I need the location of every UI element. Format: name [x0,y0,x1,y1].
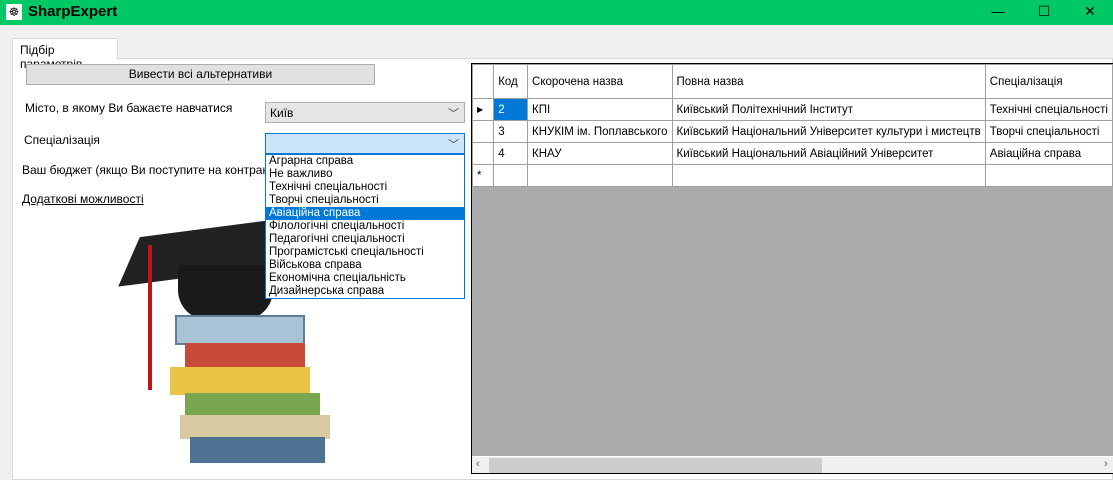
table-cell[interactable] [984,164,1113,187]
table-row[interactable]: 3 КНУКІМ ім. Поплавського Київський Націон… [472,120,1113,143]
spec-combo[interactable]: ﹀ [265,133,465,154]
spec-option[interactable]: Економічна спеціальність [266,272,464,285]
minimize-icon[interactable]: — [975,0,1021,25]
table-cell[interactable] [671,164,986,187]
spec-option[interactable]: Дизайнерська справа [266,285,464,298]
new-row[interactable]: * [472,164,1113,187]
spec-dropdown-list[interactable]: Аграрна справа Не важливо Технічні спеціал… [265,154,465,299]
table-cell[interactable]: Творчі спеціальності [984,120,1113,143]
city-combo[interactable]: Київ ﹀ [265,102,465,123]
scroll-right-icon[interactable]: › [1104,458,1108,470]
maximize-icon[interactable]: ☐ [1021,0,1067,25]
table-row[interactable]: 4 КНАУ Київський Національний Авіаційний У… [472,142,1113,165]
table-cell[interactable]: 4 [493,142,529,165]
spec-label: Спеціалізація [24,133,100,147]
table-cell[interactable]: КПІ [527,98,673,121]
row-header[interactable] [472,142,495,165]
table-row[interactable]: ▶ 2 КПІ Київський Політехнічний Інститут Тех… [472,98,1113,121]
table-cell[interactable]: 3 [493,120,529,143]
table-cell[interactable]: Київський Політехнічний Інститут [671,98,986,121]
city-label: Місто, в якому Ви бажаєте навчатися [25,101,233,115]
grid-table: Код Скорочена назва Повна назва Спеціалі… [472,64,1113,187]
table-cell[interactable]: Технічні спеціальності [984,98,1113,121]
row-header[interactable]: ▶ [472,98,495,121]
spec-option[interactable]: Технічні спеціальності [266,181,464,194]
horizontal-scrollbar[interactable]: ‹ › [472,456,1113,473]
tab-parameters[interactable]: Підбір параметрів [12,38,118,71]
spec-option[interactable]: Педагогічні спеціальності [266,233,464,246]
table-cell[interactable] [493,164,529,187]
column-header-full-name[interactable]: Повна назва [671,64,986,99]
scrollbar-thumb[interactable] [489,458,822,473]
table-cell[interactable]: Київський Національний Університет культ… [671,120,986,143]
spec-option[interactable]: Військова справа [266,259,464,272]
spec-option[interactable]: Аграрна справа [266,155,464,168]
scroll-left-icon[interactable]: ‹ [476,458,480,470]
results-grid[interactable]: Код Скорочена назва Повна назва Спеціалі… [471,63,1113,474]
row-header-corner [472,64,495,99]
close-icon[interactable]: ✕ [1067,0,1113,25]
column-header-code[interactable]: Код [493,64,529,99]
table-cell[interactable]: 2 [493,98,529,121]
table-cell[interactable]: КНУКІМ ім. Поплавського [527,120,673,143]
extra-options-link[interactable]: Додаткові можливості [22,192,144,206]
title-bar: ☸ SharpExpert — ☐ ✕ [0,0,1113,25]
window-title: SharpExpert [28,3,118,20]
table-cell[interactable]: Київський Національний Авіаційний Універ… [671,142,986,165]
spec-option[interactable]: Не важливо [266,168,464,181]
column-header-short-name[interactable]: Скорочена назва [527,64,673,99]
row-header[interactable] [472,120,495,143]
table-cell[interactable]: КНАУ [527,142,673,165]
show-all-button[interactable]: Вивести всі альтернативи [26,64,375,85]
chevron-down-icon: ﹀ [448,139,459,151]
app-logo-icon: ☸ [6,4,22,20]
spec-option[interactable]: Програмістські спеціальності [266,246,464,259]
spec-option[interactable]: Філологічні спеціальності [266,220,464,233]
spec-option[interactable]: Авіаційна справа [266,207,464,220]
row-header[interactable]: * [472,164,495,187]
budget-label: Ваш бюджет (якщо Ви поступите на контрак… [22,163,278,177]
column-header-specialization[interactable]: Спеціалізація [984,64,1113,99]
city-value: Київ [270,106,294,120]
spec-option[interactable]: Творчі спеціальності [266,194,464,207]
table-cell[interactable] [527,164,673,187]
chevron-down-icon: ﹀ [448,108,459,120]
table-cell[interactable]: Авіаційна справа [984,142,1113,165]
